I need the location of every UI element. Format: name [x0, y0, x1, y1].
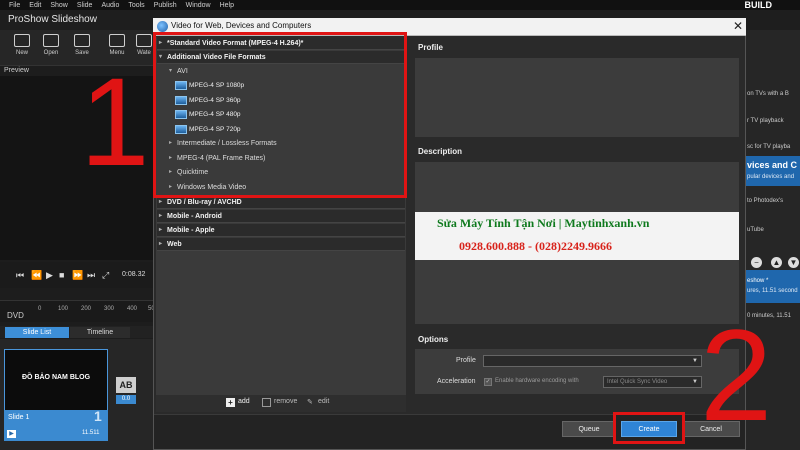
group-label: Web [167, 241, 182, 248]
highlight-box-format-list [153, 32, 407, 198]
menu-help[interactable]: Help [220, 2, 234, 9]
save-icon [74, 34, 90, 47]
queue-button[interactable]: Queue [562, 421, 616, 437]
slide-number: 1 [94, 408, 102, 424]
skip-end-icon[interactable]: ⏭ [87, 270, 95, 281]
show-title: eshow * [747, 278, 769, 284]
format-group-android[interactable]: ▸ Mobile - Android [157, 210, 405, 223]
menu-window[interactable]: Window [186, 2, 211, 9]
fullscreen-icon[interactable]: ⤢ [102, 270, 109, 281]
right-panel-show-item[interactable] [745, 270, 800, 303]
right-panel-text: pular devices and [747, 174, 795, 180]
ruler-tick: 0 [38, 306, 42, 312]
watermark-line1: Sửa Máy Tính Tận Nơi | Maytinhxanh.vn [437, 216, 650, 230]
menu-publish[interactable]: Publish [154, 2, 177, 9]
play-icon[interactable]: ▶ [46, 270, 53, 281]
build-mode-label[interactable]: BUILD [745, 0, 773, 10]
expand-arrow-icon: ▸ [159, 213, 163, 219]
move-down-icon[interactable]: ▼ [788, 257, 799, 268]
move-up-icon[interactable]: ▲ [771, 257, 782, 268]
add-icon[interactable]: + [226, 398, 235, 407]
slide-logo-text: ĐỒ BẢO NAM BLOG [22, 374, 91, 381]
new-label: New [15, 50, 28, 56]
group-label: Mobile - Android [167, 213, 222, 220]
hardware-encoding-label: Enable hardware encoding with [495, 378, 579, 384]
ruler-tick: 400 [127, 306, 138, 312]
tab-timeline[interactable]: Timeline [70, 327, 130, 338]
chevron-down-icon: ▼ [692, 379, 698, 385]
menu-tools[interactable]: Tools [128, 2, 144, 9]
fast-forward-icon[interactable]: ⏩ [72, 270, 83, 281]
remove-format-button[interactable]: remove [274, 398, 297, 405]
slide-name: Slide 1 [8, 414, 30, 421]
options-header: Options [418, 335, 449, 344]
ruler-tick: 300 [104, 306, 115, 312]
pencil-icon[interactable]: ✎ [307, 398, 313, 406]
new-icon [14, 34, 30, 47]
menu-bar: File Edit Show Slide Audio Tools Publish… [0, 0, 800, 10]
hardware-encoder-select[interactable]: Intel Quick Sync Video ▼ [603, 376, 702, 388]
close-icon[interactable]: ✕ [733, 19, 743, 33]
format-group-web[interactable]: ▸ Web [157, 238, 405, 251]
chevron-down-icon: ▼ [692, 358, 698, 364]
hardware-encoder-value: Intel Quick Sync Video [607, 379, 668, 385]
hardware-encoding-checkbox[interactable]: ✓ [484, 378, 492, 386]
rewind-icon[interactable]: ⏪ [31, 270, 42, 281]
remove-icon[interactable]: − [751, 257, 762, 268]
timecode: 0:08.32 [122, 271, 146, 278]
watermark-line2: 0928.600.888 - (028)2249.9666 [459, 239, 612, 253]
open-label: Open [43, 50, 59, 56]
skip-start-icon[interactable]: ⏮ [16, 270, 24, 281]
slide-duration: 11.511 [82, 430, 100, 436]
open-button[interactable]: Open [38, 34, 64, 56]
profile-select[interactable]: ▼ [483, 355, 702, 367]
highlight-box-create [613, 412, 685, 444]
menu-show[interactable]: Show [50, 2, 68, 9]
group-label: DVD / Blu-ray / AVCHD [167, 199, 242, 206]
group-label: Mobile - Apple [167, 227, 215, 234]
description-header: Description [418, 147, 463, 156]
trash-icon[interactable] [262, 398, 271, 407]
step-number-1: 1 [80, 53, 150, 192]
menu-audio[interactable]: Audio [101, 2, 119, 9]
menu-icon [109, 34, 125, 47]
dialog-title: Video for Web, Devices and Computers [171, 21, 312, 30]
edit-format-button[interactable]: edit [318, 398, 329, 405]
folder-icon [43, 34, 59, 47]
acceleration-label: Acceleration [437, 378, 476, 385]
step-number-2: 2 [700, 302, 773, 448]
add-format-button[interactable]: add [238, 398, 250, 405]
profile-panel [415, 58, 739, 137]
ruler-tick: 100 [58, 306, 69, 312]
expand-arrow-icon: ▸ [159, 241, 163, 247]
watermark-icon [136, 34, 152, 47]
new-button[interactable]: New [9, 34, 35, 56]
expand-arrow-icon: ▸ [159, 227, 163, 233]
format-group-apple[interactable]: ▸ Mobile - Apple [157, 224, 405, 237]
output-format-label: DVD [7, 311, 24, 320]
slide-play-icon[interactable]: ▶ [7, 430, 16, 438]
right-panel-text: sc for TV playba [747, 144, 791, 150]
ruler-tick: 200 [81, 306, 92, 312]
show-info: ures, 11.51 second [747, 288, 798, 294]
proshow-logo-icon [157, 21, 168, 32]
tab-slide-list[interactable]: Slide List [5, 327, 69, 338]
app-title: ProShow Slideshow [8, 14, 97, 25]
right-panel-heading: vices and C [747, 160, 798, 170]
transition-icon[interactable]: AB [116, 377, 136, 393]
menu-slide[interactable]: Slide [77, 2, 93, 9]
right-panel-text: uTube [747, 227, 764, 233]
profile-header: Profile [418, 43, 443, 52]
right-panel-text: r TV playback [747, 118, 784, 124]
menu-file[interactable]: File [9, 2, 20, 9]
profile-label: Profile [456, 357, 476, 364]
right-panel-text: to Photodex's [747, 198, 784, 204]
menu-edit[interactable]: Edit [29, 2, 41, 9]
right-panel-text: on TVs with a B [747, 91, 789, 97]
stop-icon[interactable]: ■ [59, 270, 64, 280]
transition-duration: 0.0 [116, 395, 136, 404]
preview-label: Preview [4, 67, 29, 74]
